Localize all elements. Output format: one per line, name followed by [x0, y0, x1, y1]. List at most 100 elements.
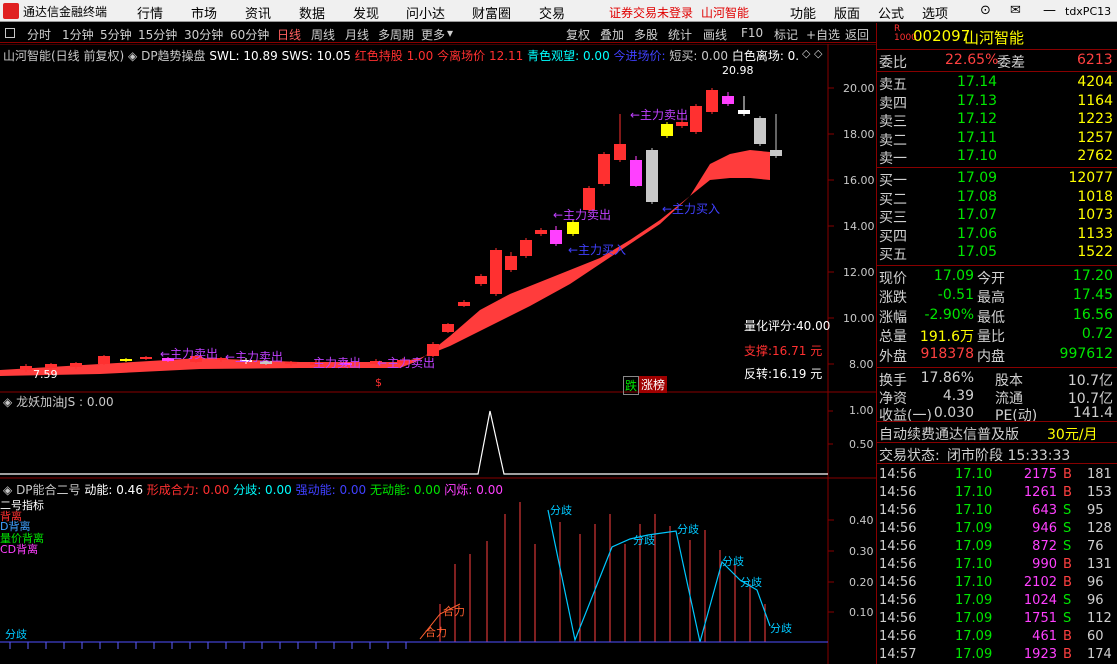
back-icon[interactable]: ⊙ [980, 3, 991, 18]
period-15min[interactable]: 15分钟 [138, 26, 177, 43]
ask-2-price[interactable]: 17.11 [957, 130, 997, 146]
period-day[interactable]: 日线 [277, 26, 301, 43]
account-label: tdxPC13 [1065, 5, 1112, 18]
hongse-value: 红色持股 1.00 [354, 49, 434, 63]
message-icon[interactable]: ✉ [1010, 3, 1021, 18]
menu-layout[interactable]: 版面 [834, 3, 860, 22]
period-more[interactable]: 更多 [421, 26, 445, 43]
stock-title[interactable]: 山河智能(日线 前复权) [3, 49, 124, 63]
scroll-controls[interactable]: ◇ ◇ [802, 47, 822, 60]
mid-indicator-title[interactable]: 龙妖加油JS : 0.00 [16, 395, 114, 409]
candle-body [475, 276, 487, 284]
indicator-name[interactable]: DP趋势操盘 [141, 49, 205, 63]
tick-time: 14:56 [879, 467, 917, 482]
multi-stock-button[interactable]: 多股 [634, 26, 658, 43]
period-60min[interactable]: 60分钟 [230, 26, 269, 43]
mid-axis-05: 0.50 [849, 438, 874, 451]
stat2-value-a: 4.39 [942, 387, 974, 404]
bottom-indicator-icon[interactable]: ◈ [3, 483, 12, 497]
bid-5-price[interactable]: 17.05 [957, 244, 997, 260]
bottom-indicator-title[interactable]: DP能合二号 [16, 483, 80, 497]
menu-ask[interactable]: 问小达 [406, 3, 445, 22]
annotation-sell-2: ←主力卖出 [553, 208, 612, 222]
stat-label-b: 最低 [977, 309, 1005, 326]
mark-button[interactable]: 标记 [774, 26, 798, 43]
ask-4-volume: 1164 [1077, 92, 1113, 109]
minimize-icon[interactable]: — [1043, 3, 1056, 18]
period-week[interactable]: 周线 [311, 26, 335, 43]
add-watchlist-button[interactable]: +自选 [806, 26, 840, 43]
candle-body [505, 256, 517, 270]
bid-4-volume: 1133 [1077, 225, 1113, 242]
ask-2-volume: 1257 [1077, 129, 1113, 146]
return-button[interactable]: 返回 [845, 26, 869, 43]
tick-count: 181 [1087, 467, 1112, 482]
quote-sep-1 [877, 71, 1117, 72]
overlay-button[interactable]: 叠加 [600, 26, 624, 43]
bid-1-price[interactable]: 17.09 [957, 170, 997, 186]
quote-panel: R 1000 002097 山河智能 委比 22.65% 委差 6213 卖五 1… [877, 23, 1117, 664]
menu-wealth[interactable]: 财富圈 [472, 3, 511, 22]
candle-body [442, 324, 454, 332]
stock-code[interactable]: 002097 [913, 27, 970, 45]
main-panel-header: 山河智能(日线 前复权) ◈ DP趋势操盘 SWL: 10.89 SWS: 10… [3, 47, 799, 64]
fuquan-button[interactable]: 复权 [566, 26, 590, 43]
app-logo-icon [3, 3, 19, 19]
stats-button[interactable]: 统计 [668, 26, 692, 43]
draw-button[interactable]: 画线 [703, 26, 727, 43]
stat2-value-b: 141.4 [1072, 405, 1113, 421]
ask-1-price[interactable]: 17.10 [957, 148, 997, 164]
ask-4-price[interactable]: 17.13 [957, 93, 997, 109]
period-month[interactable]: 月线 [345, 26, 369, 43]
candle-body [520, 240, 532, 256]
stock-name[interactable]: 山河智能 [964, 27, 1024, 48]
period-30min[interactable]: 30分钟 [184, 26, 223, 43]
period-multi[interactable]: 多周期 [378, 26, 414, 43]
menu-formula[interactable]: 公式 [878, 3, 904, 22]
ask-3-price[interactable]: 17.12 [957, 111, 997, 127]
indicator-icon[interactable]: ◈ [128, 49, 137, 63]
weibi-value: 22.65% [945, 52, 999, 68]
menu-options[interactable]: 选项 [922, 3, 948, 22]
stat-value-b: 16.56 [1072, 306, 1113, 323]
stat-label-a: 总量 [879, 329, 907, 346]
f10-button[interactable]: F10 [741, 26, 763, 40]
bid-3-price[interactable]: 17.07 [957, 207, 997, 223]
more-arrow-icon[interactable]: ▾ [447, 26, 453, 40]
candle-body [490, 250, 502, 294]
candle-body [550, 230, 562, 244]
tick-volume: 2175 [1023, 467, 1057, 482]
annotation-sell-3: ←主力卖出 [160, 347, 219, 361]
ad-text[interactable]: 自动续费通达信普及版 [879, 424, 1019, 444]
login-status[interactable]: 证券交易未登录 [609, 4, 693, 21]
bid-4-price[interactable]: 17.06 [957, 226, 997, 242]
menu-function[interactable]: 功能 [790, 3, 816, 22]
ask-3-label: 卖三 [879, 114, 907, 131]
bottom-axis-04: 0.40 [849, 514, 874, 527]
grid-icon[interactable] [5, 28, 15, 38]
quote-hdr-sep [877, 49, 1117, 50]
ask-5-price[interactable]: 17.14 [957, 74, 997, 90]
candle-body [98, 356, 110, 364]
period-timeshare[interactable]: 分时 [27, 26, 51, 43]
candles [20, 88, 782, 372]
ask-5-volume: 4204 [1077, 74, 1113, 90]
bottom-axis-ticks [828, 519, 834, 613]
menu-discover[interactable]: 发现 [353, 3, 379, 22]
candle-body [458, 302, 470, 306]
quote-sep-2 [877, 167, 1117, 168]
menu-news[interactable]: 资讯 [245, 3, 271, 22]
bid-2-price[interactable]: 17.08 [957, 189, 997, 205]
mid-indicator-icon[interactable]: ◈ [3, 395, 12, 409]
menu-quotes[interactable]: 行情 [137, 3, 163, 22]
y-tick-18: 18.00 [843, 128, 875, 141]
menu-market[interactable]: 市场 [191, 3, 217, 22]
ad-price[interactable]: 30元/月 [1047, 424, 1098, 444]
tick-price: 17.09 [955, 521, 993, 536]
menu-data[interactable]: 数据 [299, 3, 325, 22]
period-5min[interactable]: 5分钟 [100, 26, 132, 43]
jinjin-value: 今进场价: [613, 49, 666, 63]
menu-trade[interactable]: 交易 [539, 3, 565, 22]
tick-side: B [1063, 629, 1072, 644]
period-1min[interactable]: 1分钟 [62, 26, 94, 43]
